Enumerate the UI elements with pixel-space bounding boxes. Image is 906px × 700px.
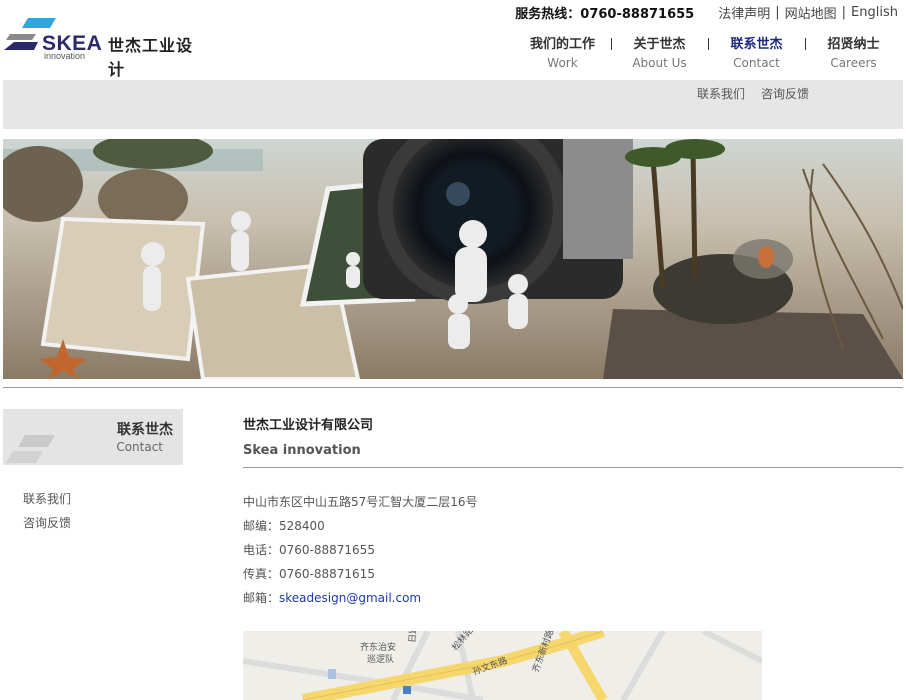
service-hotline: 服务热线：0760-88871655 xyxy=(515,6,695,22)
nav-item-label: 招贤纳士 xyxy=(827,37,880,52)
english-link[interactable]: English xyxy=(851,5,898,20)
nav-item-careers[interactable]: 招贤纳士 Careers xyxy=(805,36,902,72)
banner-illustration xyxy=(3,139,903,379)
sidebar-title: 联系世杰 xyxy=(117,422,173,438)
nav-item-sublabel: Careers xyxy=(830,56,877,70)
legal-notice-link[interactable]: 法律声明 xyxy=(718,3,770,22)
nav-item-sublabel: Work xyxy=(547,56,578,70)
nav-item-label: 关于世杰 xyxy=(633,37,686,52)
subnav-contact-us[interactable]: 联系我们 xyxy=(697,85,745,102)
location-map[interactable]: 齐东治安 巡逻队 日路 松林路 孙文东路 齐东新村路 xyxy=(243,631,762,700)
phone-text: 电话：0760-88871655 xyxy=(243,543,375,557)
divider: | xyxy=(841,4,847,20)
top-utility-bar: 服务热线：0760-88871655 法律声明 | 网站地图 | English xyxy=(515,3,898,22)
map-label: 巡逻队 xyxy=(367,653,394,665)
contact-info: 中山市东区中山五路57号汇智大厦二层16号 邮编：528400 电话：0760-… xyxy=(243,490,903,610)
sitemap-link[interactable]: 网站地图 xyxy=(785,3,837,22)
sidebar-header: 联系世杰 Contact xyxy=(3,409,183,465)
main-nav: 我们的工作 Work 关于世杰 About Us 联系世杰 Contact 招贤… xyxy=(514,36,902,72)
subnav-bar: 联系我们 咨询反馈 xyxy=(3,80,903,129)
address-text: 中山市东区中山五路57号汇智大厦二层16号 xyxy=(243,495,478,509)
map-label: 日路 xyxy=(406,631,420,643)
sidebar-menu: 联系我们 咨询反馈 xyxy=(23,487,71,535)
fax-text: 传真：0760-88871615 xyxy=(243,567,375,581)
nav-item-about[interactable]: 关于世杰 About Us xyxy=(611,36,708,72)
sidebar-item-feedback[interactable]: 咨询反馈 xyxy=(23,511,71,535)
logo-chinese-name: 世杰工业设计 xyxy=(108,36,194,79)
sidebar-subtitle: Contact xyxy=(116,440,163,454)
sidebar-item-contact-us[interactable]: 联系我们 xyxy=(23,487,71,511)
email-link[interactable]: skeadesign@gmail.com xyxy=(279,591,421,605)
nav-item-contact[interactable]: 联系世杰 Contact xyxy=(708,36,805,72)
company-name: 世杰工业设计有限公司 xyxy=(243,418,374,433)
hero-banner-image xyxy=(3,139,903,379)
nav-item-label: 联系世杰 xyxy=(730,37,783,52)
postcode-text: 邮编：528400 xyxy=(243,519,325,533)
email-row: 邮箱：skeadesign@gmail.com xyxy=(243,586,903,610)
logo-tagline: innovation xyxy=(44,51,86,61)
content-divider xyxy=(243,467,903,468)
nav-item-work[interactable]: 我们的工作 Work xyxy=(514,36,611,72)
nav-item-label: 我们的工作 xyxy=(529,37,595,52)
map-label: 齐东治安 xyxy=(360,641,396,653)
divider: | xyxy=(775,4,780,20)
company-name-en: Skea innovation xyxy=(243,443,361,458)
banner-divider xyxy=(3,387,903,388)
logo-stripes-icon xyxy=(6,435,55,463)
nav-item-sublabel: About Us xyxy=(632,56,687,70)
map-tiles: 齐东治安 巡逻队 日路 松林路 孙文东路 齐东新村路 xyxy=(243,631,762,700)
site-logo[interactable]: SKEA innovation 世杰工业设计 xyxy=(4,16,204,79)
nav-item-sublabel: Contact xyxy=(733,56,780,70)
contact-content: 世杰工业设计有限公司 Skea innovation 中山市东区中山五路57号汇… xyxy=(243,414,903,610)
subnav-feedback[interactable]: 咨询反馈 xyxy=(761,85,809,102)
email-label: 邮箱： xyxy=(243,591,280,605)
